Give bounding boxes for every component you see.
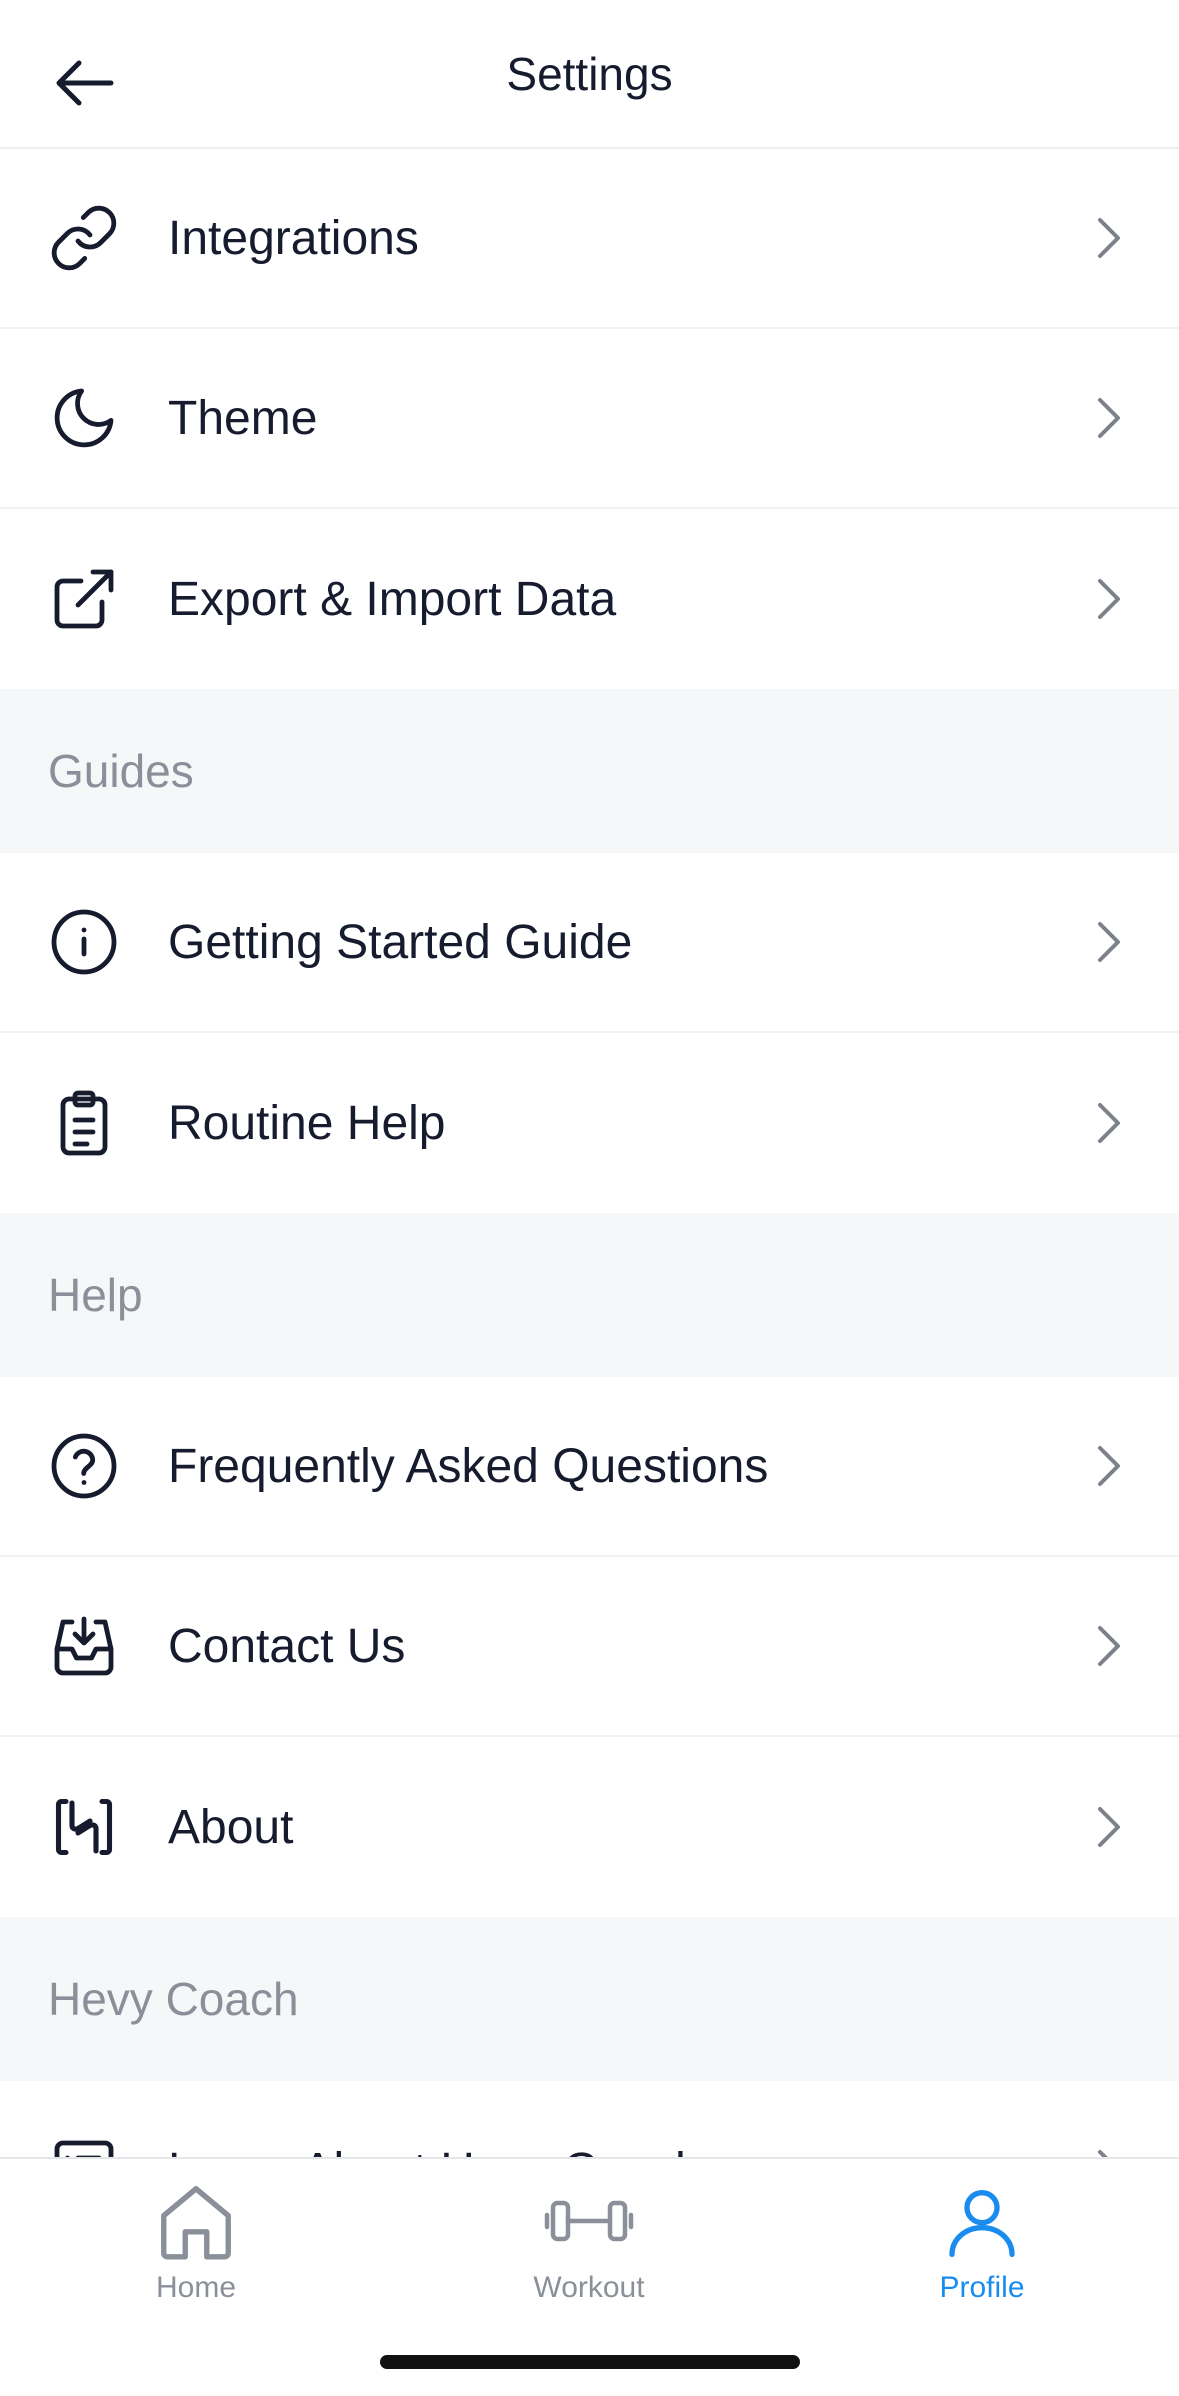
hevy-logo-icon	[42, 1785, 126, 1869]
tab-label: Profile	[939, 2271, 1025, 2304]
chevron-right-icon	[1089, 912, 1129, 972]
dumbbell-icon	[541, 2179, 637, 2263]
arrow-left-icon	[55, 59, 115, 112]
page-title: Settings	[506, 47, 673, 100]
row-learn-about-hevy-coach[interactable]: Learn About Hevy Coach	[0, 2081, 1179, 2157]
row-integrations[interactable]: Integrations	[0, 149, 1179, 329]
chevron-right-icon	[1089, 2140, 1129, 2157]
row-routine-help[interactable]: Routine Help	[0, 1033, 1179, 1213]
clipboard-icon	[42, 1081, 126, 1165]
row-contact-us[interactable]: Contact Us	[0, 1557, 1179, 1737]
home-indicator	[380, 2355, 800, 2369]
chevron-right-icon	[1089, 1797, 1129, 1857]
chevron-right-icon	[1089, 1616, 1129, 1676]
question-circle-icon	[42, 1424, 126, 1508]
row-label: Getting Started Guide	[168, 915, 633, 969]
row-label: Learn About Hevy Coach	[168, 2143, 702, 2158]
row-export-import[interactable]: Export & Import Data	[0, 509, 1179, 689]
tab-workout[interactable]: Workout	[489, 2179, 689, 2329]
section-header-guides: Guides	[0, 689, 1179, 853]
profile-icon	[934, 2179, 1030, 2263]
top-bar: Settings	[0, 0, 1179, 149]
chevron-right-icon	[1089, 1093, 1129, 1153]
row-label: Frequently Asked Questions	[168, 1439, 769, 1493]
section-header-hevy-coach: Hevy Coach	[0, 1917, 1179, 2081]
chevron-right-icon	[1089, 569, 1129, 629]
home-icon	[148, 2179, 244, 2263]
tab-label: Home	[155, 2271, 237, 2304]
section-header-help: Help	[0, 1213, 1179, 1377]
row-faq[interactable]: Frequently Asked Questions	[0, 1377, 1179, 1557]
document-list-icon	[42, 2128, 126, 2157]
settings-screen: Settings Integrations Theme Export & Imp…	[0, 0, 1179, 2396]
external-link-icon	[42, 557, 126, 641]
back-button[interactable]	[40, 40, 130, 130]
row-label: Theme	[168, 391, 318, 445]
chevron-right-icon	[1089, 208, 1129, 268]
tab-label: Workout	[533, 2271, 645, 2304]
row-about[interactable]: About	[0, 1737, 1179, 1917]
row-label: Export & Import Data	[168, 572, 617, 626]
chevron-right-icon	[1089, 388, 1129, 448]
row-theme[interactable]: Theme	[0, 329, 1179, 509]
tab-profile[interactable]: Profile	[882, 2179, 1082, 2329]
row-label: Routine Help	[168, 1096, 446, 1150]
tab-home[interactable]: Home	[96, 2179, 296, 2329]
link-icon	[42, 196, 126, 280]
row-getting-started-guide[interactable]: Getting Started Guide	[0, 853, 1179, 1033]
info-icon	[42, 900, 126, 984]
row-label: Integrations	[168, 211, 419, 265]
row-label: Contact Us	[168, 1619, 406, 1673]
settings-list: Integrations Theme Export & Import Data …	[0, 149, 1179, 2157]
inbox-download-icon	[42, 1604, 126, 1688]
moon-icon	[42, 376, 126, 460]
row-label: About	[168, 1800, 294, 1854]
chevron-right-icon	[1089, 1436, 1129, 1496]
